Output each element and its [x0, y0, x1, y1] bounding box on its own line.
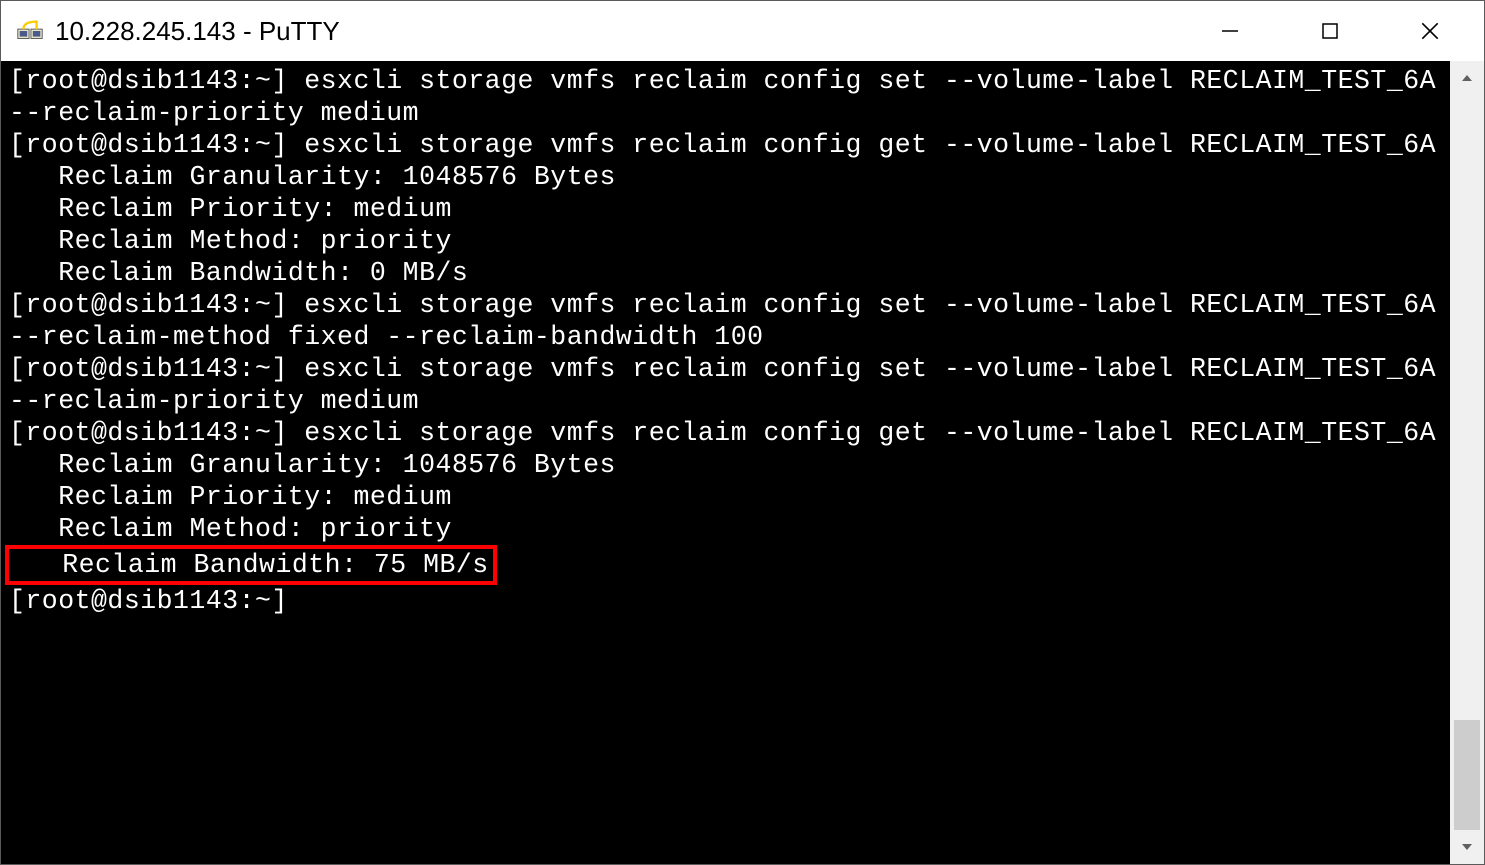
maximize-button[interactable] — [1280, 1, 1380, 61]
putty-window: 10.228.245.143 - PuTTY [root@dsib1143:~]… — [0, 0, 1485, 865]
terminal-prompt: [root@dsib1143:~] — [9, 585, 1448, 617]
terminal-line: Reclaim Priority: medium — [9, 193, 1448, 225]
terminal-line: [root@dsib1143:~] esxcli storage vmfs re… — [9, 129, 1448, 161]
terminal-line: Reclaim Granularity: 1048576 Bytes — [9, 449, 1448, 481]
terminal[interactable]: [root@dsib1143:~] esxcli storage vmfs re… — [1, 61, 1450, 864]
window-controls — [1180, 1, 1480, 61]
window-title: 10.228.245.143 - PuTTY — [55, 16, 1180, 47]
terminal-line: Reclaim Bandwidth: 0 MB/s — [9, 257, 1448, 289]
terminal-line: Reclaim Method: priority — [9, 225, 1448, 257]
scroll-thumb[interactable] — [1454, 720, 1480, 830]
minimize-button[interactable] — [1180, 1, 1280, 61]
terminal-line: Reclaim Granularity: 1048576 Bytes — [9, 161, 1448, 193]
scroll-up-button[interactable] — [1450, 61, 1484, 95]
titlebar[interactable]: 10.228.245.143 - PuTTY — [1, 1, 1484, 61]
scroll-track[interactable] — [1450, 95, 1484, 830]
terminal-area: [root@dsib1143:~] esxcli storage vmfs re… — [1, 61, 1484, 864]
terminal-line: [root@dsib1143:~] esxcli storage vmfs re… — [9, 65, 1448, 129]
terminal-line: [root@dsib1143:~] esxcli storage vmfs re… — [9, 353, 1448, 417]
terminal-line: [root@dsib1143:~] esxcli storage vmfs re… — [9, 289, 1448, 353]
scroll-down-button[interactable] — [1450, 830, 1484, 864]
terminal-line: Reclaim Priority: medium — [9, 481, 1448, 513]
close-button[interactable] — [1380, 1, 1480, 61]
terminal-line: Reclaim Method: priority — [9, 513, 1448, 545]
terminal-line: [root@dsib1143:~] esxcli storage vmfs re… — [9, 417, 1448, 449]
scrollbar[interactable] — [1450, 61, 1484, 864]
highlight-annotation: Reclaim Bandwidth: 75 MB/s — [5, 545, 497, 585]
putty-icon — [15, 16, 45, 46]
highlighted-terminal-line: Reclaim Bandwidth: 75 MB/s — [9, 545, 1448, 585]
